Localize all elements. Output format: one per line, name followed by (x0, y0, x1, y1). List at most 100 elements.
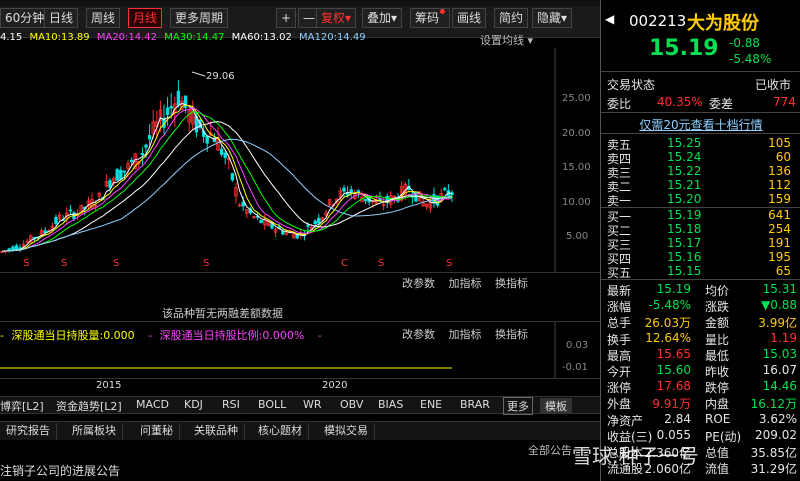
stock-name: 大为股份 (687, 13, 759, 34)
ma5-value: 4.15 (0, 32, 23, 43)
switch-indicator-button[interactable]: 换指标 (495, 277, 528, 290)
arrow-left-icon[interactable]: ◀ (605, 12, 614, 26)
candle-body (122, 170, 127, 173)
candlestick-chart[interactable]: SSSSCSS (0, 48, 600, 273)
tab-research-reports[interactable]: 研究报告 (0, 423, 57, 440)
tab-macd[interactable]: MACD (136, 398, 169, 411)
ask-level-price: 15.22 (667, 164, 702, 178)
info-mine-label: 筹码 (415, 11, 440, 25)
tab-template[interactable]: 模板 (540, 398, 572, 414)
tab-ask-secretary[interactable]: 问董秘 (134, 423, 180, 440)
stat-value: 16.07 (762, 363, 797, 377)
ma-settings-button[interactable]: 设置均线 ▾ (480, 32, 533, 48)
ask-level-row[interactable]: 卖二 15.21 112 (601, 178, 800, 194)
news-item[interactable]: 注销子公司的进展公告 (0, 462, 120, 479)
stat-label: 昨收 (705, 365, 730, 379)
ask-level-row[interactable]: 卖一 15.20 159 (601, 192, 800, 208)
stat-label: 涨跌 (705, 300, 730, 315)
period-week-button[interactable]: 周线 (86, 8, 121, 28)
tab-core-themes[interactable]: 核心题材 (252, 423, 309, 440)
stat-value: 3.99亿 (758, 316, 797, 331)
ask-level-price: 15.25 (667, 136, 702, 150)
candle-body (219, 148, 224, 155)
stat-value: ▼0.88 (761, 298, 797, 313)
stat-label: 总值 (705, 446, 730, 460)
l10-upsell-link[interactable]: 仅需20元查看十档行情 (601, 116, 800, 132)
chevron-down-icon: ▾ (561, 11, 568, 25)
candle-body (165, 107, 170, 116)
tab-boll[interactable]: BOLL (258, 398, 286, 411)
year-label: 2020 (322, 380, 348, 391)
period-month-button[interactable]: 月线 (128, 8, 163, 28)
candle-body (205, 135, 209, 144)
zoom-in-button[interactable]: + (276, 8, 296, 28)
candle-body (43, 230, 47, 233)
ask-level-row[interactable]: 卖四 15.24 60 (601, 150, 800, 166)
stat-label: 量比 (705, 332, 730, 347)
stat-label: 净资产 (607, 413, 644, 428)
stats-row: 流通股 2.060亿 流值 31.29亿 (601, 460, 800, 477)
divider (601, 279, 800, 280)
ask-level-row[interactable]: 卖五 15.25 105 (601, 136, 800, 152)
stat-label: 今开 (607, 365, 632, 379)
stat-label: 流值 (705, 462, 730, 477)
add-indicator-button[interactable]: 加指标 (449, 277, 482, 290)
bid-level-row[interactable]: 买一 15.19 641 (601, 208, 800, 224)
adjust-button[interactable]: 复权▾ (316, 8, 357, 28)
stat-value: 2.84 (664, 411, 691, 426)
tab-more[interactable]: 更多 (503, 397, 533, 415)
tab-brar[interactable]: BRAR (460, 398, 490, 411)
stat-label: 涨幅 (607, 300, 632, 315)
bid-level-row[interactable]: 买二 15.18 254 (601, 222, 800, 238)
period-day-button[interactable]: 日线 (44, 8, 79, 28)
stats-row: 最新 15.19 均价 15.31 (601, 282, 800, 298)
tab-obv[interactable]: OBV (340, 398, 363, 411)
change-params-button[interactable]: 改参数 (402, 277, 435, 290)
hide-button[interactable]: 隐藏▾ (532, 8, 573, 28)
tab-game[interactable]: 博弈[L2] (0, 398, 44, 414)
stat-label: 最低 (705, 348, 730, 363)
ma60-value: MA60:13.02 (231, 32, 292, 43)
tab-sectors[interactable]: 所属板块 (66, 423, 123, 440)
bid-level-row[interactable]: 买五 15.15 65 (601, 264, 800, 280)
bid-level-row[interactable]: 买四 15.16 195 (601, 250, 800, 266)
candle-body (119, 169, 123, 180)
signal-marker: S (378, 258, 384, 269)
tab-bias[interactable]: BIAS (378, 398, 403, 411)
zoom-out-button[interactable]: — (298, 8, 318, 28)
stats-row: 涨停 17.68 跌停 14.46 (601, 379, 800, 395)
more-periods-button[interactable]: 更多周期 (170, 8, 229, 28)
candle-body (363, 198, 368, 202)
top-strip (0, 0, 600, 6)
stats-row: 最高 15.65 最低 15.03 (601, 347, 800, 363)
all-announcements-link[interactable]: 全部公告 (528, 442, 572, 458)
period-60min-button[interactable]: 60分钟 (0, 8, 50, 28)
bid-level-row[interactable]: 买三 15.17 191 (601, 236, 800, 252)
tab-capital-trend[interactable]: 资金趋势[L2] (56, 398, 122, 414)
draw-line-button[interactable]: 画线 (452, 8, 487, 28)
tab-related[interactable]: 关联品种 (188, 423, 245, 440)
ma-settings-label: 设置均线 (480, 34, 524, 47)
simple-mode-button[interactable]: 简约 (494, 8, 529, 28)
bid-level-volume: 191 (768, 236, 791, 250)
tab-rsi[interactable]: RSI (222, 398, 240, 411)
candle-body (230, 173, 235, 181)
bid-level-volume: 65 (775, 264, 791, 278)
ask-level-row[interactable]: 卖三 15.22 136 (601, 164, 800, 180)
info-mine-button[interactable]: 筹码 (410, 8, 451, 28)
tab-sim-trading[interactable]: 模拟交易 (318, 423, 375, 440)
tab-kdj[interactable]: KDJ (184, 398, 203, 411)
stats-row: 总股本 2.360亿 总值 35.85亿 (601, 444, 800, 460)
stats-row: 总手 26.03万 金额 3.99亿 (601, 314, 800, 331)
tab-ene[interactable]: ENE (420, 398, 442, 411)
ma5-line (1, 102, 453, 252)
stat-value: 31.29亿 (750, 462, 797, 477)
tab-wr[interactable]: WR (303, 398, 322, 411)
bid-level-price: 15.15 (667, 264, 702, 278)
overlay-button[interactable]: 叠加▾ (362, 8, 403, 28)
ma30-line (1, 111, 453, 252)
trade-status-row: 交易状态 已收市 (601, 76, 800, 92)
margin-nodata-text: 该品种暂无两融差额数据 (162, 307, 283, 320)
stock-code: 002213 (629, 12, 687, 30)
stat-label: 最新 (607, 284, 632, 298)
